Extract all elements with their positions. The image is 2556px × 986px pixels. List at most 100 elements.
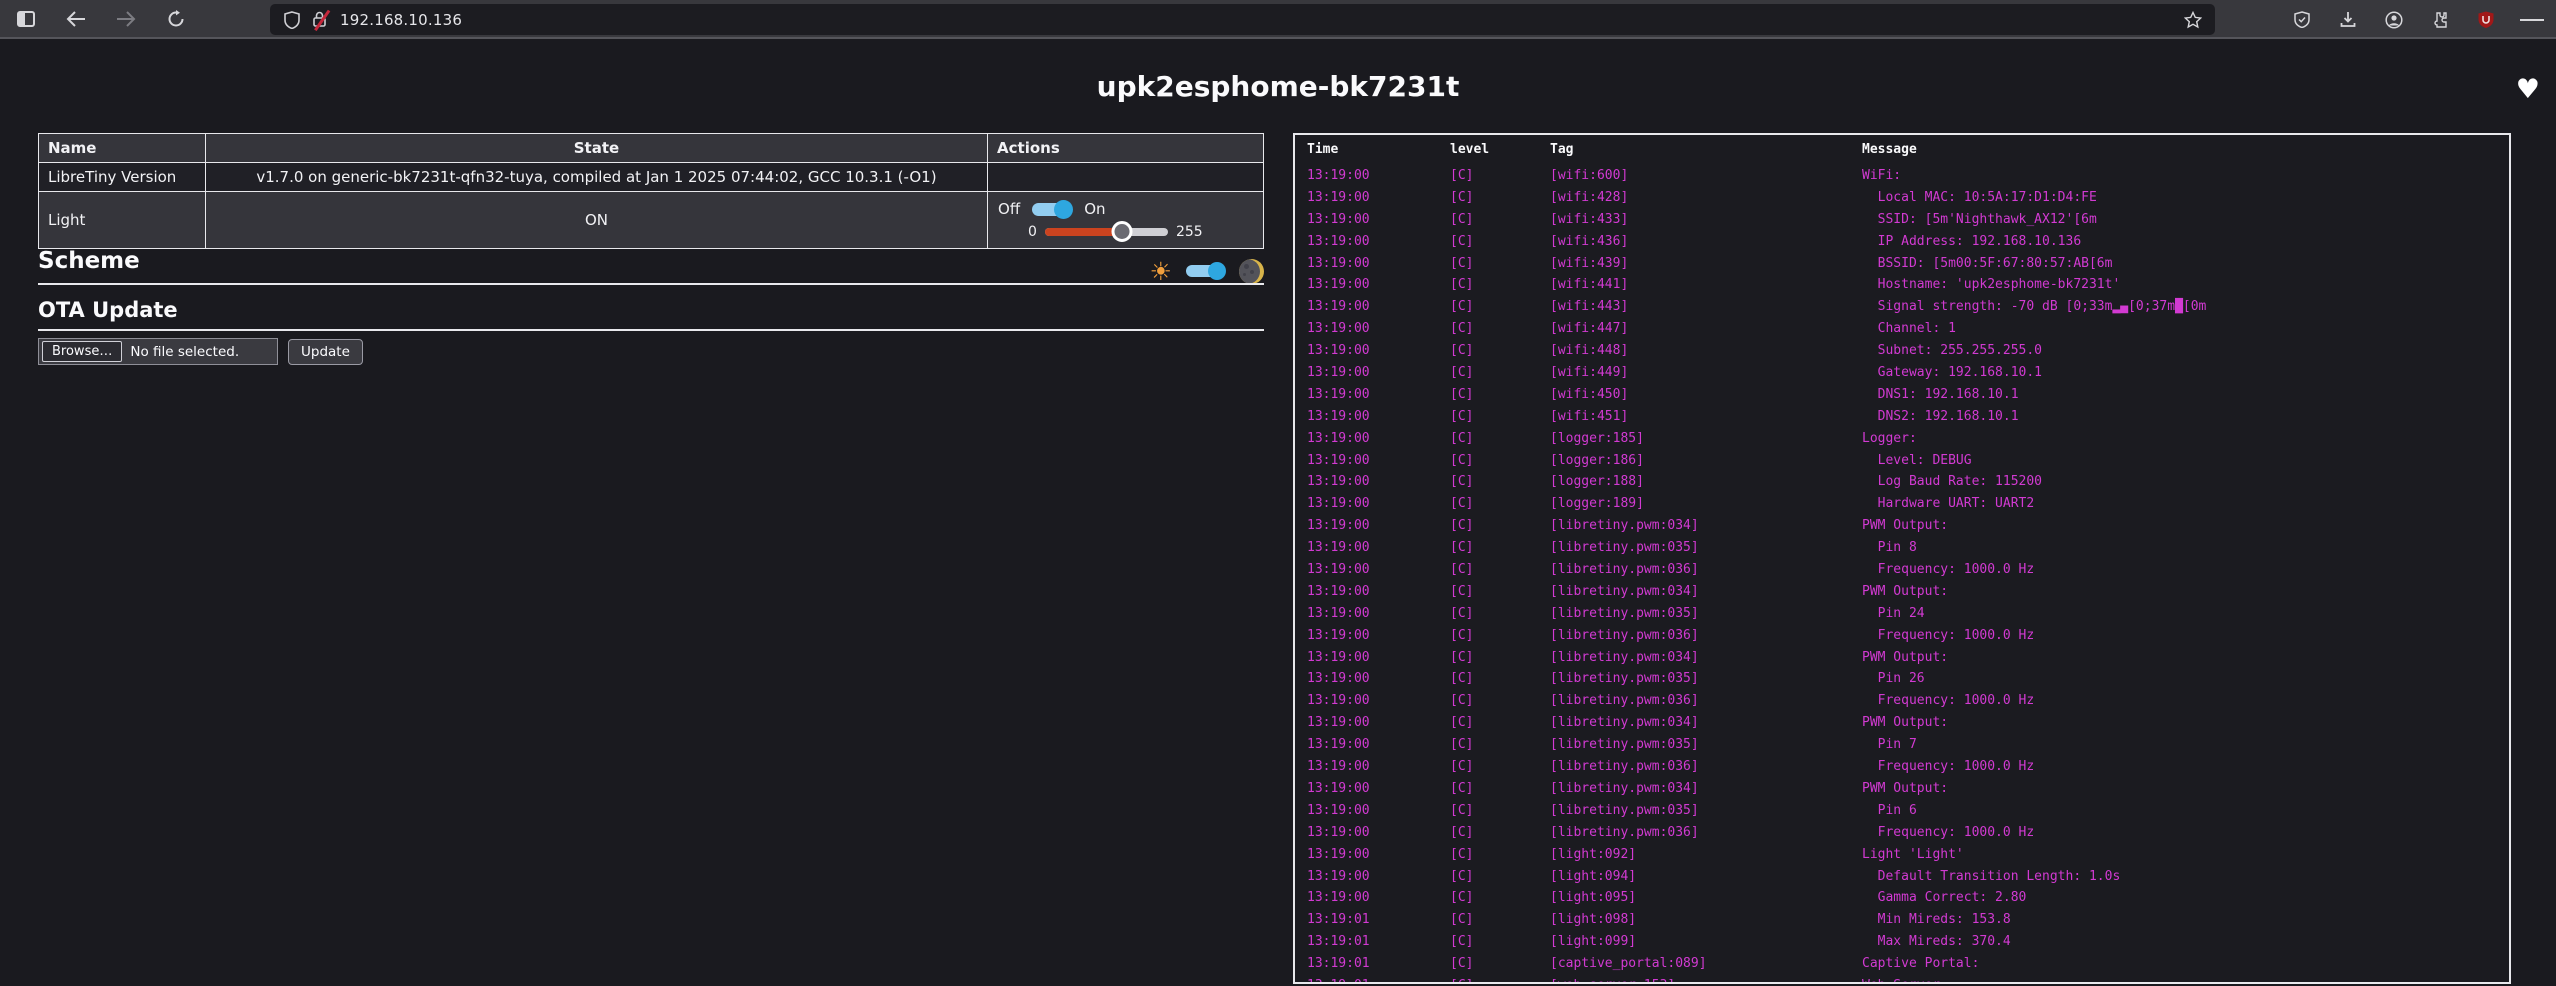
log-cell-time: 13:19:01	[1307, 975, 1450, 984]
log-cell-message: PWM Output:	[1862, 647, 2509, 669]
log-panel[interactable]: Time level Tag Message 13:19:00[C][wifi:…	[1293, 133, 2511, 984]
log-cell-time: 13:19:00	[1307, 340, 1450, 362]
log-cell-time: 13:19:00	[1307, 603, 1450, 625]
sidebar-icon[interactable]	[14, 7, 38, 31]
log-cell-time: 13:19:00	[1307, 231, 1450, 253]
log-cell-tag: [libretiny.pwm:036]	[1550, 822, 1862, 844]
log-cell-message: Pin 26	[1862, 668, 2509, 690]
log-cell-message: SSID: [5m'Nighthawk_AX12'[6m	[1862, 209, 2509, 231]
log-cell-time: 13:19:00	[1307, 822, 1450, 844]
log-cell-message: Frequency: 1000.0 Hz	[1862, 625, 2509, 647]
log-row: 13:19:01[C][light:098] Min Mireds: 153.8	[1295, 909, 2509, 931]
log-row: 13:19:01[C][captive_portal:089]Captive P…	[1295, 953, 2509, 975]
log-cell-message: Gamma Correct: 2.80	[1862, 887, 2509, 909]
update-button[interactable]: Update	[288, 339, 363, 365]
log-row: 13:19:00[C][libretiny.pwm:035] Pin 26	[1295, 668, 2509, 690]
extensions-puzzle-icon[interactable]	[2428, 8, 2452, 32]
log-cell-time: 13:19:00	[1307, 318, 1450, 340]
log-row: 13:19:00[C][wifi:600]WiFi:	[1295, 165, 2509, 187]
log-row: 13:19:00[C][wifi:439] BSSID: [5m00:5F:67…	[1295, 253, 2509, 275]
log-cell-tag: [wifi:439]	[1550, 253, 1862, 275]
privacy-shield-icon[interactable]	[2290, 8, 2314, 32]
ublock-shield-icon[interactable]	[2474, 8, 2498, 32]
log-cell-time: 13:19:00	[1307, 800, 1450, 822]
log-cell-time: 13:19:00	[1307, 668, 1450, 690]
log-cell-tag: [libretiny.pwm:034]	[1550, 515, 1862, 537]
back-icon[interactable]	[64, 7, 88, 31]
log-cell-level: [C]	[1450, 844, 1550, 866]
log-cell-level: [C]	[1450, 340, 1550, 362]
log-cell-message: Frequency: 1000.0 Hz	[1862, 756, 2509, 778]
col-header-actions: Actions	[988, 134, 1264, 163]
heart-icon[interactable]: ♥	[2516, 76, 2540, 103]
log-cell-time: 13:19:00	[1307, 384, 1450, 406]
log-cell-time: 13:19:00	[1307, 362, 1450, 384]
log-row: 13:19:00[C][libretiny.pwm:036] Frequency…	[1295, 690, 2509, 712]
brightness-slider-thumb[interactable]	[1112, 221, 1133, 242]
log-cell-message: Frequency: 1000.0 Hz	[1862, 559, 2509, 581]
log-cell-time: 13:19:00	[1307, 866, 1450, 888]
log-cell-tag: [libretiny.pwm:034]	[1550, 581, 1862, 603]
brightness-min-label: 0	[1028, 224, 1037, 240]
menu-icon[interactable]	[2520, 8, 2544, 32]
downloads-icon[interactable]	[2336, 8, 2360, 32]
log-row: 13:19:00[C][wifi:433] SSID: [5m'Nighthaw…	[1295, 209, 2509, 231]
log-cell-message: Logger:	[1862, 428, 2509, 450]
log-cell-message: Log Baud Rate: 115200	[1862, 471, 2509, 493]
log-row: 13:19:00[C][libretiny.pwm:034]PWM Output…	[1295, 712, 2509, 734]
log-cell-level: [C]	[1450, 931, 1550, 953]
scheme-controls: ☀	[1108, 256, 1264, 286]
insecure-lock-icon[interactable]	[312, 10, 330, 30]
log-cell-level: [C]	[1450, 406, 1550, 428]
log-row: 13:19:00[C][libretiny.pwm:035] Pin 8	[1295, 537, 2509, 559]
log-cell-message: Pin 24	[1862, 603, 2509, 625]
log-cell-time: 13:19:00	[1307, 778, 1450, 800]
log-cell-tag: [libretiny.pwm:036]	[1550, 625, 1862, 647]
ota-divider	[38, 329, 1264, 331]
forward-icon[interactable]	[114, 7, 138, 31]
scheme-toggle[interactable]	[1186, 265, 1225, 277]
log-cell-tag: [libretiny.pwm:034]	[1550, 647, 1862, 669]
log-cell-time: 13:19:00	[1307, 471, 1450, 493]
log-cell-time: 13:19:00	[1307, 209, 1450, 231]
log-cell-time: 13:19:00	[1307, 887, 1450, 909]
log-cell-tag: [light:099]	[1550, 931, 1862, 953]
brightness-slider[interactable]	[1045, 228, 1168, 236]
screen: 192.168.10.136 upk2esphome-bk7	[0, 0, 2556, 986]
log-cell-tag: [wifi:451]	[1550, 406, 1862, 428]
log-row: 13:19:01[C][light:099] Max Mireds: 370.4	[1295, 931, 2509, 953]
log-cell-time: 13:19:00	[1307, 581, 1450, 603]
log-cell-time: 13:19:00	[1307, 756, 1450, 778]
log-cell-tag: [captive_portal:089]	[1550, 953, 1862, 975]
bookmark-star-icon[interactable]	[2181, 8, 2205, 32]
log-cell-tag: [libretiny.pwm:035]	[1550, 668, 1862, 690]
log-row: 13:19:00[C][libretiny.pwm:034]PWM Output…	[1295, 778, 2509, 800]
tracking-protection-shield-icon[interactable]	[280, 8, 304, 32]
log-cell-message: PWM Output:	[1862, 778, 2509, 800]
log-row: 13:19:00[C][logger:189] Hardware UART: U…	[1295, 493, 2509, 515]
log-cell-time: 13:19:00	[1307, 559, 1450, 581]
reload-icon[interactable]	[164, 7, 188, 31]
light-toggle[interactable]	[1032, 203, 1072, 216]
log-cell-time: 13:19:00	[1307, 690, 1450, 712]
log-cell-level: [C]	[1450, 668, 1550, 690]
log-cell-time: 13:19:00	[1307, 274, 1450, 296]
file-input[interactable]: Browse… No file selected.	[38, 338, 278, 365]
log-cell-message: Light 'Light'	[1862, 844, 2509, 866]
log-cell-tag: [libretiny.pwm:036]	[1550, 559, 1862, 581]
log-cell-level: [C]	[1450, 471, 1550, 493]
log-cell-time: 13:19:00	[1307, 493, 1450, 515]
log-cell-level: [C]	[1450, 187, 1550, 209]
log-cell-level: [C]	[1450, 231, 1550, 253]
browse-button[interactable]: Browse…	[42, 341, 122, 362]
log-cell-level: [C]	[1450, 318, 1550, 340]
log-cell-tag: [libretiny.pwm:036]	[1550, 756, 1862, 778]
account-icon[interactable]	[2382, 8, 2406, 32]
url-text[interactable]: 192.168.10.136	[340, 11, 2181, 29]
url-bar[interactable]: 192.168.10.136	[270, 4, 2215, 35]
log-cell-tag: [light:092]	[1550, 844, 1862, 866]
log-cell-tag: [libretiny.pwm:036]	[1550, 690, 1862, 712]
log-cell-message: PWM Output:	[1862, 712, 2509, 734]
log-cell-tag: [libretiny.pwm:034]	[1550, 778, 1862, 800]
log-cell-level: [C]	[1450, 493, 1550, 515]
